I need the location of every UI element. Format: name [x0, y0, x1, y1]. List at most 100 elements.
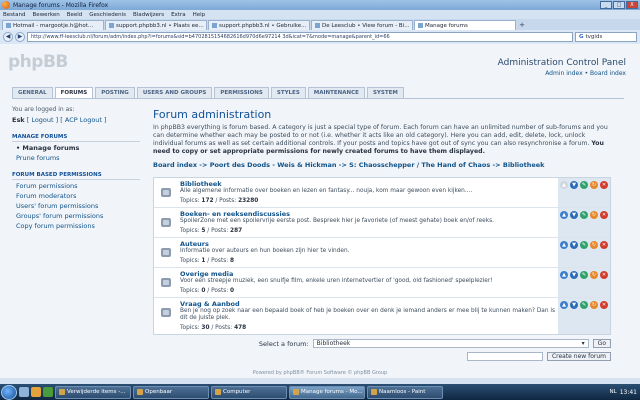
sidebar-item-prune-forums[interactable]: Prune forums [12, 152, 140, 162]
tab-users-and-groups[interactable]: USERS AND GROUPS [136, 87, 213, 98]
move-up-icon[interactable]: ▲ [560, 181, 568, 189]
start-button[interactable] [1, 384, 17, 400]
taskbar-item[interactable]: Openbaar [133, 385, 209, 399]
menu-geschiedenis[interactable]: Geschiedenis [89, 12, 126, 18]
move-down-icon[interactable]: ▼ [570, 241, 578, 249]
logout-link[interactable]: [ Logout ] [27, 116, 58, 124]
sidebar-item-users-forum-permissions[interactable]: Users' forum permissions [12, 200, 140, 210]
tab-permissions[interactable]: PERMISSIONS [214, 87, 269, 98]
forum-name-link[interactable]: Bibliotheek [180, 180, 556, 188]
acp-logout-link[interactable]: [ ACP Logout ] [60, 116, 106, 124]
edit-icon[interactable]: ✎ [580, 271, 588, 279]
quicklaunch-media-icon[interactable] [43, 387, 53, 397]
sidebar-item-forum-moderators[interactable]: Forum moderators [12, 190, 140, 200]
forum-stats: Topics: 5 / Posts: 287 [180, 228, 243, 234]
tab-general[interactable]: GENERAL [12, 87, 53, 98]
new-forum-name-input[interactable] [466, 352, 543, 361]
close-button[interactable]: X [626, 1, 638, 9]
sidebar-item-forum-permissions[interactable]: Forum permissions [12, 180, 140, 190]
menu-extra[interactable]: Extra [171, 12, 186, 18]
move-up-icon[interactable]: ▲ [560, 211, 568, 219]
sidebar-item-copy-forum-permissions[interactable]: Copy forum permissions [12, 220, 140, 230]
browser-tab-active[interactable]: Manage forums [414, 20, 516, 30]
delete-icon[interactable]: ✕ [600, 271, 608, 279]
sidebar-item-manage-forums[interactable]: • Manage forums [12, 142, 140, 152]
search-value: tvgids [585, 34, 603, 40]
tabs-divider [12, 98, 624, 99]
admin-index-link[interactable]: Admin index [545, 70, 582, 77]
sidebar-item-label: Manage forums [22, 144, 80, 152]
edit-icon[interactable]: ✎ [580, 211, 588, 219]
move-up-icon[interactable]: ▲ [560, 301, 568, 309]
forum-name-link[interactable]: Auteurs [180, 240, 556, 248]
new-tab-button[interactable]: + [517, 21, 527, 30]
main-content: Forum administration In phpBB3 everythin… [153, 108, 614, 378]
taskbar-item[interactable]: Naamloos - Paint [367, 385, 443, 399]
forum-name-link[interactable]: Vraag & Aanbod [180, 300, 556, 308]
sidebar-item-groups-forum-permissions[interactable]: Groups' forum permissions [12, 210, 140, 220]
forward-icon[interactable]: ▶ [15, 32, 25, 42]
taskbar-item[interactable]: Computer [211, 385, 287, 399]
browser-tab[interactable]: Hotmail - margootje.h@hot... [2, 20, 104, 30]
menu-beeld[interactable]: Beeld [67, 12, 83, 18]
forum-row: Bibliotheek Alle algemene informatie over… [154, 178, 610, 208]
sync-icon[interactable]: ↻ [590, 241, 598, 249]
posts-label: Posts: [211, 258, 229, 264]
search-input[interactable]: G tvgids [575, 32, 637, 42]
forum-name-link[interactable]: Overige media [180, 270, 556, 278]
topics-count: 5 [201, 228, 206, 234]
quicklaunch-explorer-icon[interactable] [31, 387, 41, 397]
board-index-link[interactable]: Board index [590, 70, 626, 77]
sync-icon[interactable]: ↻ [590, 301, 598, 309]
sidebar: You are logged in as: Esk [ Logout ] [ A… [12, 102, 140, 312]
menu-bewerken[interactable]: Bewerken [33, 12, 60, 18]
browser-tab[interactable]: De Leesclub • View forum - Bi... [311, 20, 413, 30]
back-icon[interactable]: ◀ [3, 32, 13, 42]
menu-help[interactable]: Help [193, 12, 206, 18]
taskbar-item-active[interactable]: Manage forums - Mo... [289, 385, 365, 399]
move-up-icon[interactable]: ▲ [560, 241, 568, 249]
sync-icon[interactable]: ↻ [590, 271, 598, 279]
forum-select[interactable]: Bibliotheek ▾ [312, 339, 589, 348]
topics-count: 0 [201, 288, 206, 294]
create-forum-button[interactable]: Create new forum [546, 352, 611, 361]
sync-icon[interactable]: ↻ [590, 181, 598, 189]
move-down-icon[interactable]: ▼ [570, 211, 578, 219]
menu-bestand[interactable]: Bestand [3, 12, 26, 18]
tab-system[interactable]: SYSTEM [366, 87, 404, 98]
minimize-button[interactable]: _ [600, 1, 612, 9]
tab-forums[interactable]: FORUMS [54, 87, 94, 98]
browser-tab[interactable]: support.phpbb3.nl • Plaats ee... [105, 20, 207, 30]
go-button[interactable]: Go [592, 339, 611, 348]
breadcrumb[interactable]: Board index -> Poort des Doods - Weis & … [153, 161, 614, 169]
edit-icon[interactable]: ✎ [580, 301, 588, 309]
browser-tab-label: support.phpbb3.nl • Plaats ee... [116, 22, 204, 29]
tab-maintenance[interactable]: MAINTENANCE [307, 87, 365, 98]
move-down-icon[interactable]: ▼ [570, 271, 578, 279]
edit-icon[interactable]: ✎ [580, 181, 588, 189]
taskbar-item-label: Computer [223, 389, 251, 395]
address-bar[interactable]: http://www.ff-leesclub.nl/forum/adm/inde… [27, 32, 573, 42]
move-up-icon[interactable]: ▲ [560, 271, 568, 279]
delete-icon[interactable]: ✕ [600, 301, 608, 309]
forum-actions: ▲ ▼ ✎ ↻ ✕ [558, 178, 610, 207]
clock[interactable]: 13:41 [620, 389, 637, 396]
move-down-icon[interactable]: ▼ [570, 301, 578, 309]
forum-name-link[interactable]: Boeken- en reeksendiscussies [180, 210, 556, 218]
sync-icon[interactable]: ↻ [590, 211, 598, 219]
quicklaunch-desktop-icon[interactable] [19, 387, 29, 397]
tab-posting[interactable]: POSTING [95, 87, 135, 98]
edit-icon[interactable]: ✎ [580, 241, 588, 249]
language-indicator[interactable]: NL [610, 389, 617, 395]
maximize-button[interactable]: □ [613, 1, 625, 9]
delete-icon[interactable]: ✕ [600, 211, 608, 219]
delete-icon[interactable]: ✕ [600, 241, 608, 249]
menu-bladwijzers[interactable]: Bladwijzers [133, 12, 164, 18]
browser-tab[interactable]: support.phpbb3.nl • Gebruike... [208, 20, 310, 30]
tab-styles[interactable]: STYLES [270, 87, 306, 98]
delete-icon[interactable]: ✕ [600, 181, 608, 189]
taskbar-item[interactable]: Verwijderde items -... [55, 385, 131, 399]
posts-label: Posts: [211, 228, 229, 234]
move-down-icon[interactable]: ▼ [570, 181, 578, 189]
folder-icon [137, 389, 143, 395]
